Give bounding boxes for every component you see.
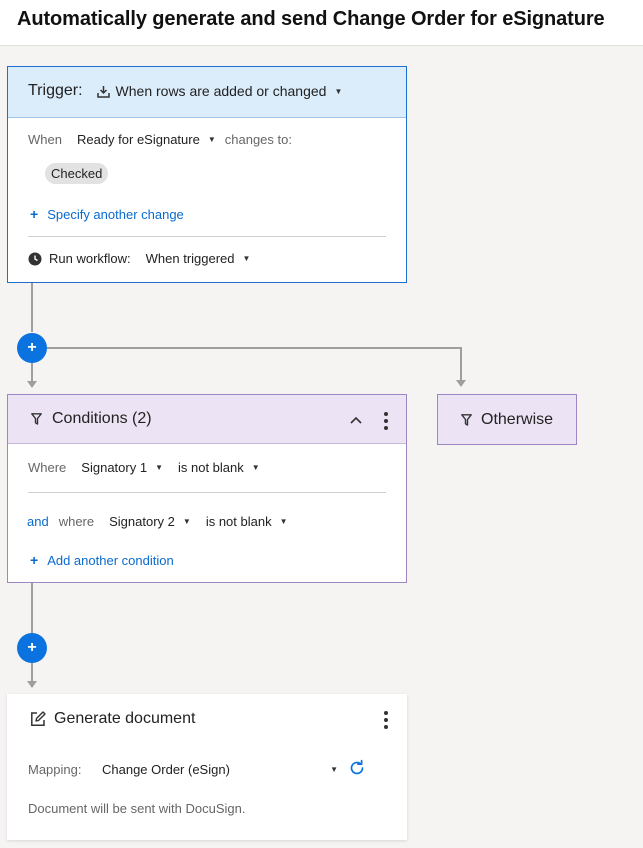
chevron-down-icon: ▼ [155,463,163,472]
condition2-operator-label: is not blank [205,514,272,529]
where2-label: where [58,514,95,529]
generate-document-card: Generate document Mapping: Change Order … [7,694,407,840]
conditions-divider [28,492,386,493]
chevron-down-icon: ▼ [251,463,260,472]
more-options-icon[interactable] [384,412,388,430]
trigger-divider [28,236,386,237]
trigger-label: Trigger: [28,82,83,99]
mapping-value: Change Order (eSign) [102,762,230,777]
chevron-up-icon[interactable] [350,416,362,424]
chevron-down-icon: ▼ [334,86,343,96]
conditions-header: Conditions (2) [8,395,406,444]
where-label: Where [28,460,67,475]
condition2-field-dropdown[interactable]: Signatory 2 ▼ [109,514,191,529]
add-step-button[interactable]: + [17,633,47,663]
chevron-down-icon: ▼ [279,517,288,526]
filter-icon [461,414,472,426]
trigger-card: Trigger: When rows are added or changed … [7,66,407,283]
chevron-down-icon: ▼ [242,254,251,263]
add-another-condition-label: Add another condition [47,552,174,568]
chevron-down-icon: ▼ [207,135,216,144]
filter-icon [31,413,42,425]
when-label: When [28,132,62,147]
row-add-icon [96,85,110,98]
connector-line [460,347,462,380]
plus-icon: + [30,552,39,568]
run-workflow-dropdown[interactable]: When triggered ▼ [146,251,251,266]
connector-line [31,583,33,633]
trigger-event-dropdown[interactable]: When rows are added or changed ▼ [96,83,343,99]
trigger-event-label: When rows are added or changed [115,83,327,99]
connector-arrow [27,381,37,388]
otherwise-card[interactable]: Otherwise [437,394,577,445]
connector-arrow [27,681,37,688]
trigger-column-dropdown[interactable]: Ready for eSignature ▼ [77,132,216,147]
generate-document-title: Generate document [54,710,196,727]
conditions-title: Conditions (2) [52,410,152,427]
condition1-field-dropdown[interactable]: Signatory 1 ▼ [81,460,163,475]
condition1-operator-label: is not blank [177,460,244,475]
page-header: Automatically generate and send Change O… [0,0,643,46]
conditions-card: Conditions (2) Where Signatory 1 ▼ is no… [7,394,407,583]
edit-document-icon [31,711,46,726]
page-title: Automatically generate and send Change O… [17,8,605,30]
docusign-note: Document will be sent with DocuSign. [28,801,246,816]
run-workflow-value: When triggered [145,251,235,266]
plus-icon: + [30,206,39,222]
connector-arrow [456,380,466,387]
connector-line [47,347,462,349]
connector-line [31,283,33,332]
specify-another-change-link[interactable]: + Specify another change [30,206,184,222]
condition2-operator-dropdown[interactable]: is not blank ▼ [206,514,288,529]
more-options-icon[interactable] [384,711,388,729]
changes-to-label: changes to: [224,132,292,147]
condition1-field-label: Signatory 1 [81,460,148,475]
otherwise-label: Otherwise [481,411,554,428]
mapping-dropdown[interactable]: Change Order (eSign) ▼ [102,762,338,777]
add-step-button[interactable]: + [17,333,47,363]
clock-icon [28,252,42,265]
trigger-column-label: Ready for eSignature [76,132,200,147]
mapping-label: Mapping: [28,762,82,777]
connector-line [31,663,33,681]
condition2-field-label: Signatory 2 [109,514,175,529]
trigger-header: Trigger: When rows are added or changed … [8,67,406,118]
specify-another-change-label: Specify another change [47,206,184,222]
chevron-down-icon: ▼ [182,517,191,526]
refresh-icon[interactable] [348,759,366,777]
condition1-operator-dropdown[interactable]: is not blank ▼ [178,460,260,475]
connector-line [31,363,33,381]
run-workflow-label: Run workflow: [49,251,131,266]
chevron-down-icon: ▼ [330,765,338,774]
value-chip-checked[interactable]: Checked [45,163,109,184]
add-another-condition-link[interactable]: + Add another condition [30,552,174,568]
and-toggle[interactable]: and [27,514,49,529]
